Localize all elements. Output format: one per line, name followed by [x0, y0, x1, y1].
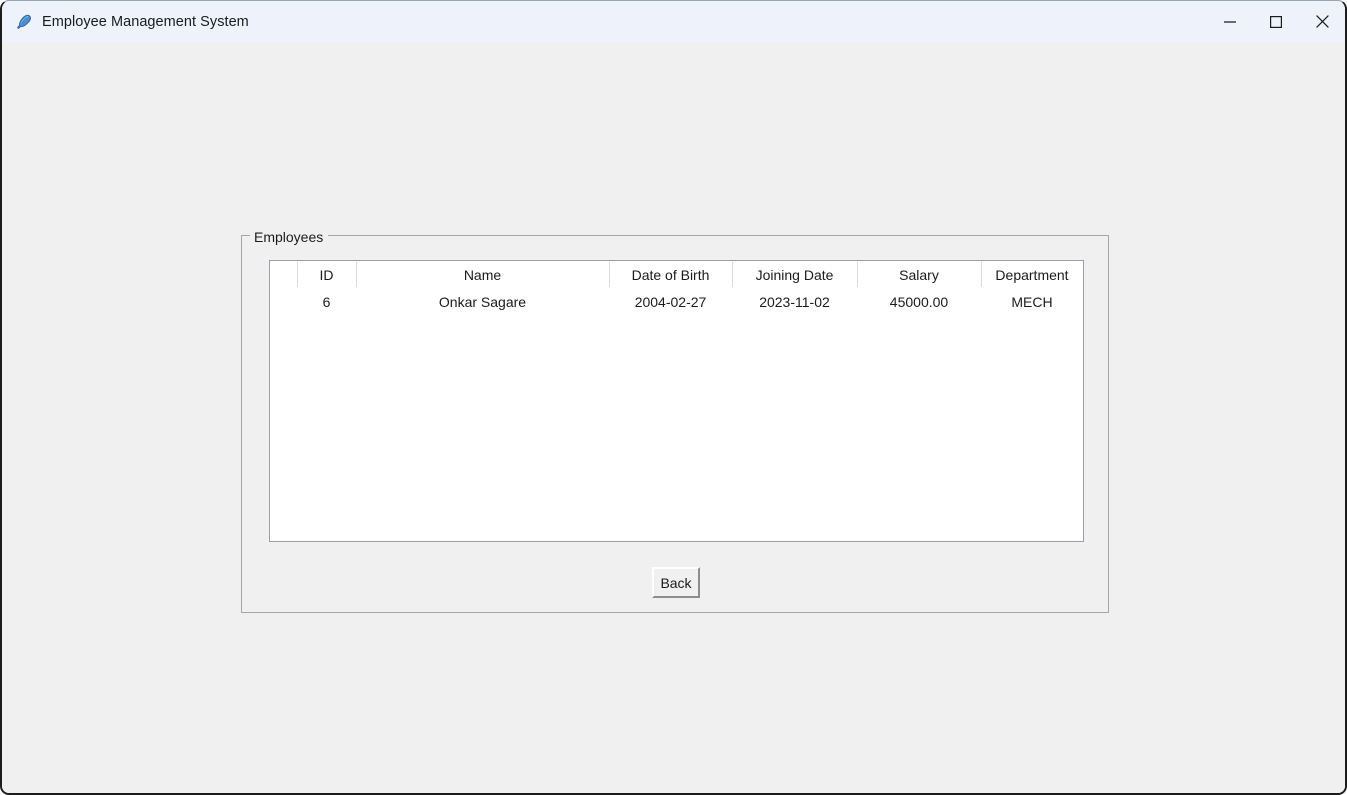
- cell-joining-date: 2023-11-02: [759, 293, 830, 310]
- table-body: 6 Onkar Sagare 2004-02-27 2023-11-02 450…: [270, 288, 1083, 315]
- cell-id: 6: [322, 293, 331, 310]
- window-title: Employee Management System: [42, 13, 249, 30]
- cell-department: MECH: [1011, 293, 1053, 310]
- table-header-date-of-birth[interactable]: Date of Birth: [609, 261, 732, 288]
- close-button[interactable]: [1299, 1, 1345, 42]
- application-window: Employee Management System Employees ID …: [0, 0, 1347, 795]
- cell-date-of-birth: 2004-02-27: [634, 293, 707, 310]
- table-header-row: ID Name Date of Birth Joining Date Salar…: [270, 261, 1083, 288]
- maximize-button[interactable]: [1253, 1, 1299, 42]
- table-header-department[interactable]: Department: [981, 261, 1083, 288]
- table-row[interactable]: 6 Onkar Sagare 2004-02-27 2023-11-02 450…: [270, 288, 1083, 315]
- back-button[interactable]: Back: [652, 567, 700, 598]
- feather-icon: [12, 11, 34, 33]
- table-header-joining-date[interactable]: Joining Date: [732, 261, 857, 288]
- window-controls: [1207, 1, 1345, 42]
- cell-salary: 45000.00: [889, 293, 949, 310]
- table-header-id[interactable]: ID: [297, 261, 356, 288]
- table-header-name[interactable]: Name: [356, 261, 609, 288]
- employees-group-label: Employees: [250, 228, 329, 246]
- minimize-button[interactable]: [1207, 1, 1253, 42]
- employees-table[interactable]: ID Name Date of Birth Joining Date Salar…: [269, 260, 1084, 542]
- client-area: Employees ID Name Date of Birth Joining …: [2, 42, 1345, 793]
- title-bar[interactable]: Employee Management System: [2, 1, 1345, 42]
- cell-name: Onkar Sagare: [438, 293, 527, 310]
- cell-tree: [270, 288, 297, 315]
- table-header-tree[interactable]: [270, 261, 297, 288]
- table-header-salary[interactable]: Salary: [857, 261, 981, 288]
